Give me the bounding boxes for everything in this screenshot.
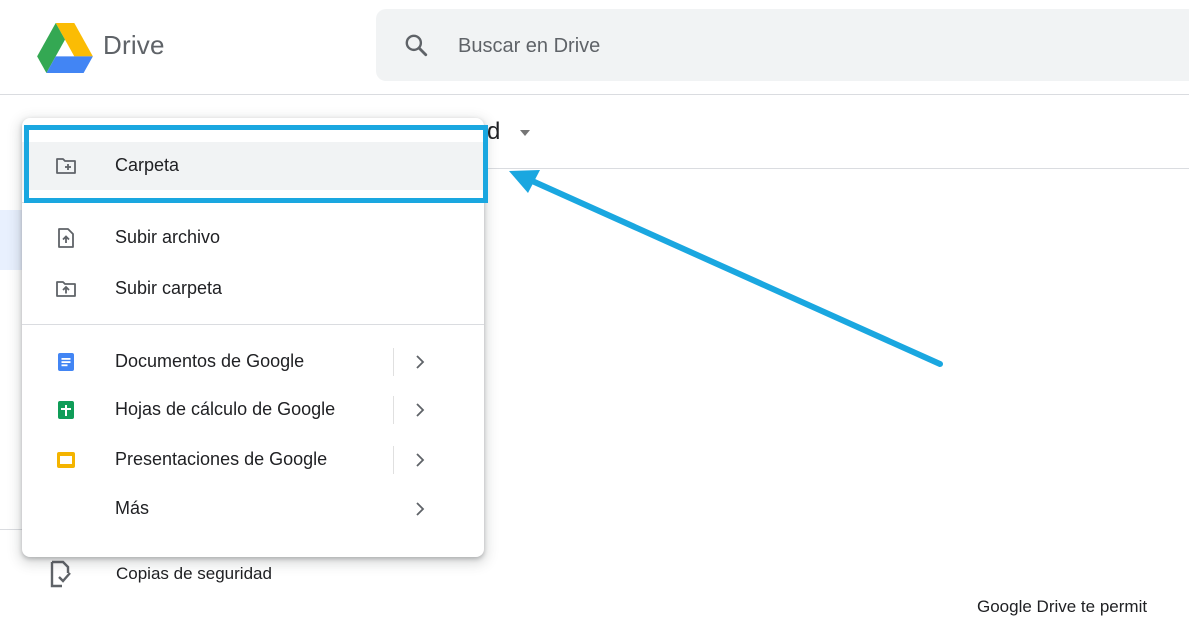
menu-item-label: Subir archivo <box>115 227 221 247</box>
google-docs-icon <box>58 353 74 371</box>
menu-item-google-slides[interactable]: Presentaciones de Google <box>22 436 484 484</box>
chevron-right-icon <box>416 403 425 417</box>
menu-item-upload-folder[interactable]: Subir carpeta <box>22 265 484 313</box>
new-item-menu: Carpeta Subir archivo Subir carpeta Docu… <box>22 118 484 557</box>
submenu-separator <box>393 446 394 474</box>
file-upload-icon <box>58 228 74 248</box>
backup-icon <box>50 560 71 588</box>
page-title[interactable]: d <box>487 118 500 146</box>
sidebar-selected-item[interactable] <box>0 210 22 270</box>
menu-item-upload-file[interactable]: Subir archivo <box>22 214 484 262</box>
menu-divider <box>22 324 484 325</box>
menu-item-label: Más <box>115 498 150 518</box>
submenu-separator <box>393 396 394 424</box>
menu-item-label: Presentaciones de Google <box>115 449 328 469</box>
search-bar[interactable] <box>376 9 1189 81</box>
menu-item-google-sheets[interactable]: Hojas de cálculo de Google <box>22 386 484 434</box>
search-icon[interactable] <box>403 32 429 58</box>
google-slides-icon <box>57 452 75 468</box>
submenu-separator <box>393 348 394 376</box>
top-bar: Drive <box>0 0 1189 95</box>
chevron-right-icon <box>416 502 425 516</box>
footer-text: Google Drive te permit <box>977 597 1148 616</box>
sidebar-item-label: Copias de seguridad <box>116 564 272 583</box>
menu-divider <box>22 202 484 203</box>
chevron-right-icon <box>416 355 425 369</box>
menu-item-more[interactable]: Más <box>22 485 484 533</box>
google-sheets-icon <box>58 401 74 419</box>
search-input[interactable] <box>456 31 1060 61</box>
menu-item-label: Documentos de Google <box>115 351 305 371</box>
menu-item-label: Hojas de cálculo de Google <box>115 399 336 419</box>
caret-down-icon[interactable] <box>519 129 531 137</box>
app-name[interactable]: Drive <box>103 30 165 61</box>
menu-item-google-docs[interactable]: Documentos de Google <box>22 338 484 386</box>
menu-item-new-folder[interactable]: Carpeta <box>22 142 484 190</box>
folder-upload-icon <box>56 281 76 297</box>
sidebar-divider <box>0 529 22 530</box>
title-divider <box>487 168 1189 169</box>
new-folder-icon <box>56 158 76 174</box>
menu-item-label: Carpeta <box>115 155 180 175</box>
google-drive-logo[interactable] <box>36 23 94 73</box>
chevron-right-icon <box>416 453 425 467</box>
menu-item-label: Subir carpeta <box>115 278 223 298</box>
